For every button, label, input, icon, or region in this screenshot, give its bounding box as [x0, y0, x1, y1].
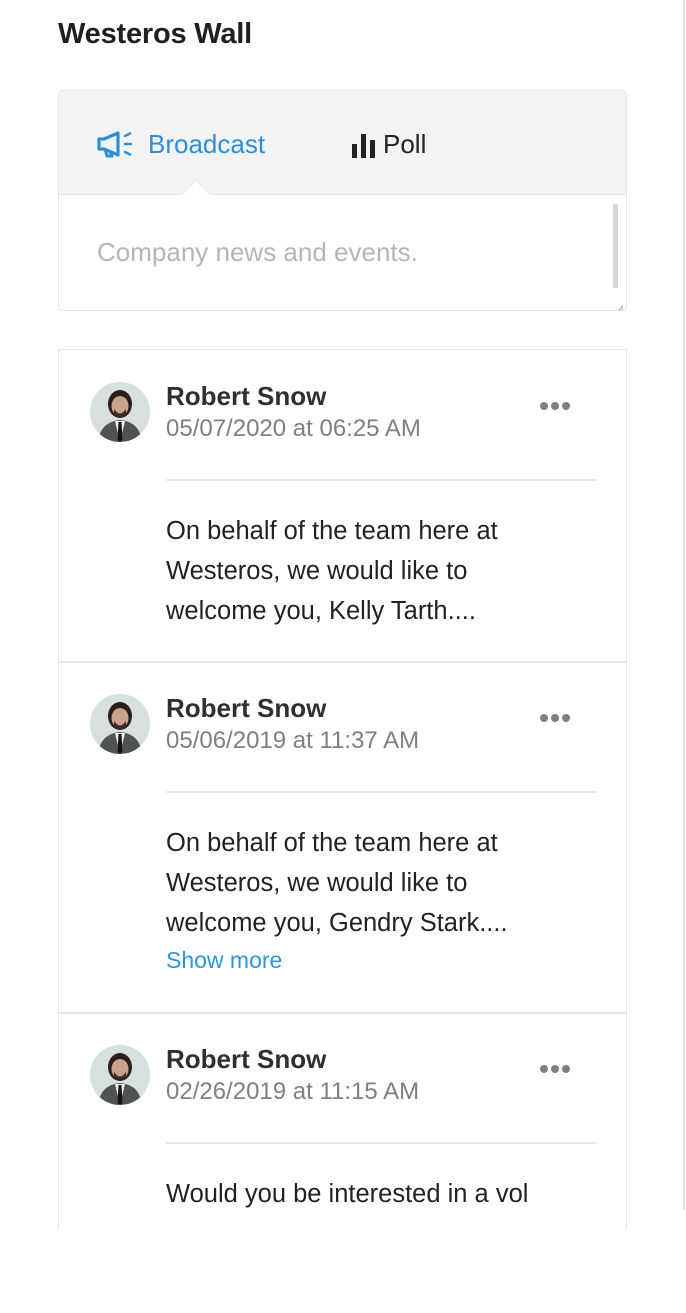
avatar-image — [90, 694, 150, 754]
wall-feed: Robert Snow 05/07/2020 at 06:25 AM On be… — [58, 349, 627, 1230]
more-dots-icon — [540, 714, 548, 722]
post-options-button[interactable] — [538, 1061, 572, 1077]
post-text-line: Westeros, we would like to — [166, 869, 468, 897]
show-more-link[interactable]: Show more — [166, 943, 586, 977]
avatar[interactable] — [90, 382, 150, 442]
post-text-line: welcome you, Kelly Tarth.... — [166, 597, 476, 625]
tab-poll-label: Poll — [383, 129, 427, 159]
post-card: Robert Snow 02/26/2019 at 11:15 AM Would… — [59, 1013, 626, 1313]
composer-scrollbar[interactable] — [613, 204, 618, 288]
author-name[interactable]: Robert Snow — [166, 1044, 326, 1075]
post-date: 05/07/2020 at 06:25 AM — [166, 415, 421, 442]
post-body: On behalf of the team here at Westeros, … — [166, 823, 586, 977]
composer-tab-bar: Broadcast Poll — [59, 91, 626, 195]
post-text-line: On behalf of the team here at — [166, 829, 498, 857]
more-dots-icon — [540, 1065, 548, 1073]
broadcast-message-input[interactable] — [59, 195, 626, 310]
page-title: Westeros Wall — [58, 18, 253, 50]
post-text-line: Westeros, we would like to — [166, 557, 468, 585]
post-text-line: welcome you, Gendry Stark.... — [166, 909, 508, 937]
post-composer: Broadcast Poll — [58, 90, 627, 311]
avatar-image — [90, 382, 150, 442]
bar-chart-icon — [351, 131, 377, 159]
active-tab-pointer — [181, 180, 211, 195]
composer-body — [59, 195, 626, 310]
tab-poll[interactable]: Poll — [351, 129, 426, 160]
post-options-button[interactable] — [538, 710, 572, 726]
tab-broadcast-label: Broadcast — [148, 129, 266, 159]
page-right-border — [683, 0, 685, 1210]
post-card: Robert Snow 05/07/2020 at 06:25 AM On be… — [59, 350, 626, 663]
avatar[interactable] — [90, 694, 150, 754]
resize-handle-icon[interactable] — [616, 300, 624, 310]
more-dots-icon — [540, 402, 548, 410]
post-date: 05/06/2019 at 11:37 AM — [166, 727, 420, 754]
author-name[interactable]: Robert Snow — [166, 693, 326, 724]
divider — [166, 1142, 596, 1144]
post-text-line: On behalf of the team here at — [166, 517, 498, 545]
post-card: Robert Snow 05/06/2019 at 11:37 AM On be… — [59, 662, 626, 1014]
post-text-line: Would you be interested in a vol — [166, 1180, 529, 1208]
tab-broadcast[interactable]: Broadcast — [96, 129, 265, 160]
post-body: On behalf of the team here at Westeros, … — [166, 511, 586, 631]
divider — [166, 479, 596, 481]
post-options-button[interactable] — [538, 398, 572, 414]
author-name[interactable]: Robert Snow — [166, 381, 326, 412]
post-date: 02/26/2019 at 11:15 AM — [166, 1078, 420, 1105]
megaphone-icon — [96, 130, 142, 160]
post-body: Would you be interested in a vol — [166, 1174, 586, 1214]
divider — [166, 791, 596, 793]
avatar-image — [90, 1045, 150, 1105]
avatar[interactable] — [90, 1045, 150, 1105]
